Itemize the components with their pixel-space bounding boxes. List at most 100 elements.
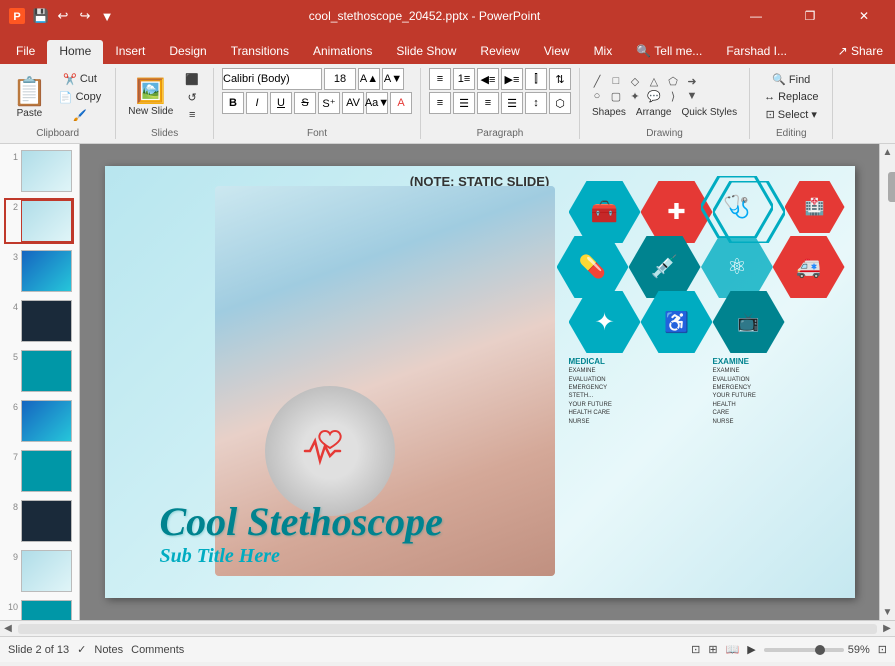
- scroll-right-arrow[interactable]: ▶: [879, 621, 895, 637]
- text-direction-button[interactable]: ⇅: [549, 68, 571, 90]
- font-size-dec-button[interactable]: A▼: [382, 68, 404, 90]
- section-button[interactable]: ≡: [179, 107, 205, 123]
- shape-star[interactable]: ✦: [626, 89, 644, 103]
- redo-quick-icon[interactable]: ↪: [76, 7, 94, 25]
- tab-tell[interactable]: 🔍 Tell me...: [624, 40, 714, 64]
- decrease-indent-button[interactable]: ◀≡: [477, 68, 499, 90]
- char-spacing-button[interactable]: AV: [342, 92, 364, 114]
- view-normal-icon[interactable]: ⊡: [691, 643, 700, 656]
- slide-preview-1[interactable]: [21, 150, 72, 192]
- scroll-down-arrow[interactable]: ▼: [880, 604, 895, 620]
- tab-animations[interactable]: Animations: [301, 40, 384, 64]
- underline-button[interactable]: U: [270, 92, 292, 114]
- shape-chevron[interactable]: ⟩: [664, 89, 682, 103]
- tab-mix[interactable]: Mix: [582, 40, 625, 64]
- tab-farshad[interactable]: Farshad I...: [714, 40, 799, 64]
- tab-home[interactable]: Home: [47, 40, 103, 64]
- format-painter-button[interactable]: 🖌️: [53, 107, 107, 124]
- slide-thumb-4[interactable]: 4: [4, 298, 74, 344]
- increase-indent-button[interactable]: ▶≡: [501, 68, 523, 90]
- zoom-slider-thumb[interactable]: [815, 645, 825, 655]
- bullets-button[interactable]: ≡: [429, 68, 451, 90]
- slide-panel[interactable]: 1 2 3 4 5 6 7 8: [0, 144, 80, 620]
- canvas-area[interactable]: (NOTE: STATIC SLIDE) 🧰 ✚: [80, 144, 879, 620]
- slide-preview-7[interactable]: [21, 450, 72, 492]
- restore-button[interactable]: ❐: [787, 0, 833, 32]
- justify-button[interactable]: ☰: [501, 92, 523, 114]
- shape-arrow[interactable]: ➜: [683, 74, 701, 88]
- tab-share[interactable]: ↗ Share: [826, 40, 895, 64]
- zoom-slider[interactable]: [764, 648, 844, 652]
- view-reading-icon[interactable]: 📖: [726, 643, 740, 656]
- bold-button[interactable]: B: [222, 92, 244, 114]
- find-button[interactable]: 🔍 Find: [758, 71, 824, 88]
- tab-design[interactable]: Design: [157, 40, 218, 64]
- slide-thumb-3[interactable]: 3: [4, 248, 74, 294]
- columns-button[interactable]: ⫿: [525, 68, 547, 90]
- line-spacing-button[interactable]: ↕: [525, 92, 547, 114]
- paste-button[interactable]: 📋 Paste: [8, 73, 51, 121]
- tab-review[interactable]: Review: [468, 40, 531, 64]
- vertical-scrollbar[interactable]: ▲ ▼: [879, 144, 895, 620]
- slide-thumb-1[interactable]: 1: [4, 148, 74, 194]
- slide-preview-3[interactable]: [21, 250, 72, 292]
- slide-preview-4[interactable]: [21, 300, 72, 342]
- slide-thumb-2[interactable]: 2: [4, 198, 74, 244]
- tab-transitions[interactable]: Transitions: [219, 40, 301, 64]
- arrange-button[interactable]: Arrange: [632, 105, 676, 120]
- tab-file[interactable]: File: [4, 40, 47, 64]
- numbering-button[interactable]: 1≡: [453, 68, 475, 90]
- smartart-button[interactable]: ⬡: [549, 92, 571, 114]
- shape-rect[interactable]: □: [607, 74, 625, 88]
- slide-thumb-9[interactable]: 9: [4, 548, 74, 594]
- copy-button[interactable]: 📄 Copy: [53, 89, 107, 106]
- slide-thumb-10[interactable]: 10: [4, 598, 74, 620]
- strikethrough-button[interactable]: S: [294, 92, 316, 114]
- slide-preview-9[interactable]: [21, 550, 72, 592]
- new-slide-button[interactable]: 🖼️ New Slide: [124, 75, 177, 119]
- shapes-more[interactable]: ▼: [683, 89, 701, 103]
- customize-quick-icon[interactable]: ▼: [98, 7, 116, 25]
- reset-button[interactable]: ↺: [179, 89, 205, 106]
- slide-preview-5[interactable]: [21, 350, 72, 392]
- scroll-thumb[interactable]: [888, 172, 895, 202]
- layout-button[interactable]: ⬛: [179, 71, 205, 88]
- h-scroll-track[interactable]: [18, 624, 877, 634]
- quick-styles-button[interactable]: Quick Styles: [678, 105, 742, 120]
- scroll-up-arrow[interactable]: ▲: [880, 144, 895, 160]
- scroll-left-arrow[interactable]: ◀: [0, 621, 16, 637]
- slide-preview-2[interactable]: [21, 200, 72, 242]
- shape-rounded-rect[interactable]: ▢: [607, 89, 625, 103]
- cut-button[interactable]: ✂️ Cut: [53, 71, 107, 88]
- tab-view[interactable]: View: [532, 40, 582, 64]
- view-slideshow-icon[interactable]: ▶: [747, 643, 755, 656]
- fit-slide-button[interactable]: ⊡: [878, 643, 887, 656]
- shape-line[interactable]: ╱: [588, 74, 606, 88]
- shape-pentagon[interactable]: ⬠: [664, 74, 682, 88]
- view-slide-sorter-icon[interactable]: ⊞: [708, 643, 717, 656]
- minimize-button[interactable]: —: [733, 0, 779, 32]
- align-right-button[interactable]: ≡: [477, 92, 499, 114]
- replace-button[interactable]: ↔ Replace: [758, 89, 824, 105]
- comments-button[interactable]: Comments: [131, 644, 184, 656]
- align-left-button[interactable]: ≡: [429, 92, 451, 114]
- font-size-input[interactable]: [324, 68, 356, 90]
- shape-callout[interactable]: 💬: [645, 89, 663, 103]
- close-button[interactable]: ✕: [841, 0, 887, 32]
- slide-preview-10[interactable]: [21, 600, 72, 620]
- shape-oval[interactable]: ○: [588, 89, 606, 103]
- slide-preview-6[interactable]: [21, 400, 72, 442]
- shape-triangle[interactable]: △: [645, 74, 663, 88]
- shadow-button[interactable]: S⁺: [318, 92, 340, 114]
- slide-thumb-7[interactable]: 7: [4, 448, 74, 494]
- change-case-button[interactable]: Aa▼: [366, 92, 388, 114]
- undo-quick-icon[interactable]: ↩: [54, 7, 72, 25]
- slide-preview-8[interactable]: [21, 500, 72, 542]
- italic-button[interactable]: I: [246, 92, 268, 114]
- save-quick-icon[interactable]: 💾: [32, 7, 50, 25]
- select-button[interactable]: ⊡ Select ▾: [758, 106, 824, 123]
- font-name-input[interactable]: [222, 68, 322, 90]
- shapes-button[interactable]: Shapes: [588, 105, 630, 120]
- tab-slideshow[interactable]: Slide Show: [384, 40, 468, 64]
- slide-canvas[interactable]: (NOTE: STATIC SLIDE) 🧰 ✚: [105, 166, 855, 598]
